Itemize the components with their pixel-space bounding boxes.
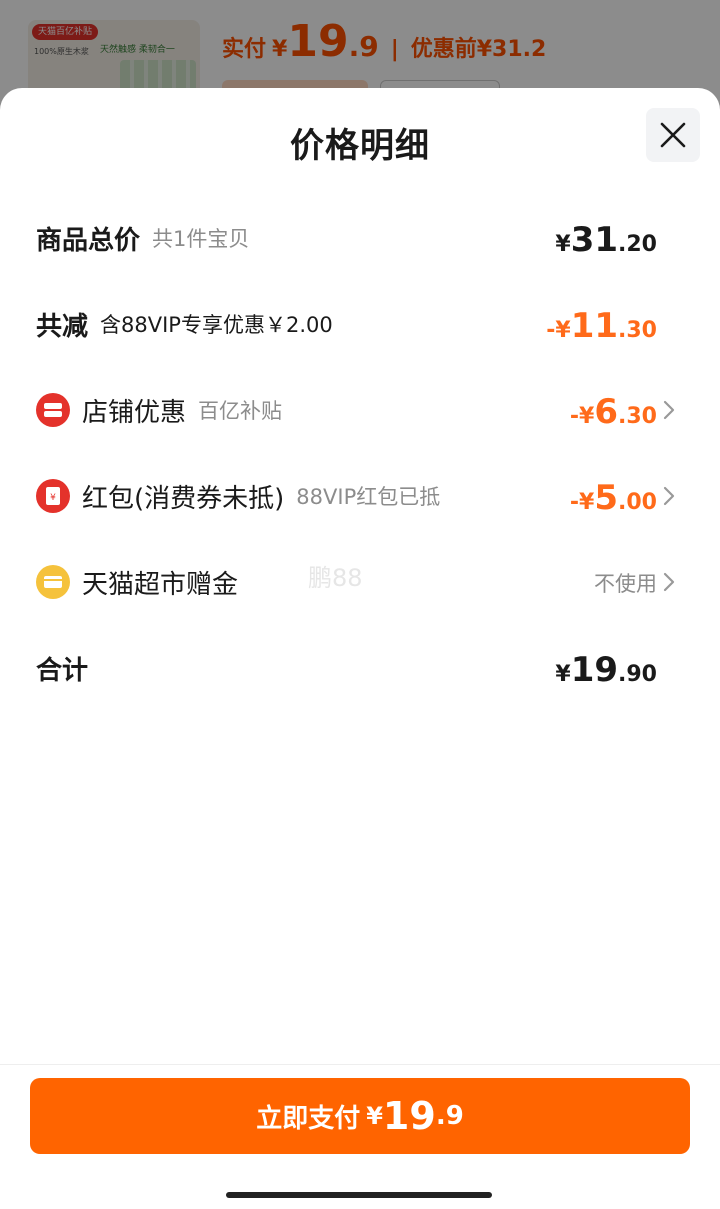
amount-prefix: -¥: [569, 404, 595, 429]
amount-prefix: ¥: [555, 232, 571, 257]
svg-text:¥: ¥: [50, 493, 56, 503]
store-coupon-icon: [36, 393, 70, 427]
chevron-right-icon: [663, 400, 675, 420]
row-total: 商品总价 共1件宝贝 ¥ 31 .20: [0, 208, 720, 268]
amount-dec: .30: [618, 318, 657, 343]
amount-int: 11: [570, 306, 619, 346]
pay-int: 19: [382, 1094, 436, 1138]
gift-card-icon: [36, 565, 70, 599]
close-icon: [660, 122, 686, 148]
amount-dec: .20: [618, 232, 657, 257]
sum-label: 合计: [36, 655, 89, 686]
row-red-packet[interactable]: ¥ 红包(消费券未抵) 88VIP红包已抵 -¥ 5 .00: [0, 466, 720, 526]
amount-int: 5: [594, 478, 619, 518]
sheet-title: 价格明细: [290, 126, 430, 166]
redpacket-label: 红包(消费券未抵): [82, 483, 285, 514]
sum-amount: ¥ 19 .90: [555, 650, 657, 690]
row-reduce: 共减 含88VIP专享优惠￥2.00 -¥ 11 .30: [0, 294, 720, 354]
store-sub: 百亿补贴: [198, 399, 283, 423]
amount-dec: .30: [618, 404, 657, 429]
total-amount: ¥ 31 .20: [555, 220, 657, 260]
total-label: 商品总价: [36, 225, 141, 256]
amount-prefix: -¥: [546, 318, 571, 343]
amount-prefix: -¥: [569, 490, 595, 515]
pay-now-button[interactable]: 立即支付 ¥ 19 .9: [30, 1078, 690, 1154]
store-label: 店铺优惠: [82, 397, 187, 428]
amount-int: 6: [594, 392, 619, 432]
row-store-discount[interactable]: 店铺优惠 百亿补贴 -¥ 6 .30: [0, 380, 720, 440]
amount-int: 31: [570, 220, 619, 260]
redpacket-amount: -¥ 5 .00: [570, 478, 657, 518]
amount-int: 19: [570, 650, 619, 690]
reduce-amount: -¥ 11 .30: [546, 306, 657, 346]
reduce-sub: 含88VIP专享优惠￥2.00: [100, 313, 333, 337]
amount-prefix: ¥: [555, 662, 571, 687]
red-packet-icon: ¥: [36, 479, 70, 513]
footer-divider: [0, 1064, 720, 1065]
amount-dec: .00: [618, 490, 657, 515]
home-indicator[interactable]: [226, 1192, 492, 1198]
watermark: 鹏88: [308, 564, 363, 592]
pay-label: 立即支付: [256, 1103, 361, 1134]
price-detail-sheet: 价格明细 商品总价 共1件宝贝 ¥ 31 .20 共减 含88VIP专享优惠￥2…: [0, 88, 720, 1209]
reduce-label: 共减: [36, 311, 89, 342]
redpacket-sub: 88VIP红包已抵: [296, 485, 441, 509]
store-amount: -¥ 6 .30: [570, 392, 657, 432]
amount-dec: .90: [618, 662, 657, 687]
gift-value: 不使用: [594, 572, 657, 596]
chevron-right-icon: [663, 572, 675, 592]
pay-currency: ¥: [366, 1102, 383, 1130]
chevron-right-icon: [663, 486, 675, 506]
close-button[interactable]: [646, 108, 700, 162]
gift-label: 天猫超市赠金: [82, 569, 239, 600]
total-sub: 共1件宝贝: [152, 227, 250, 251]
pay-dec: .9: [435, 1101, 464, 1131]
row-sum: 合计 ¥ 19 .90: [0, 638, 720, 698]
